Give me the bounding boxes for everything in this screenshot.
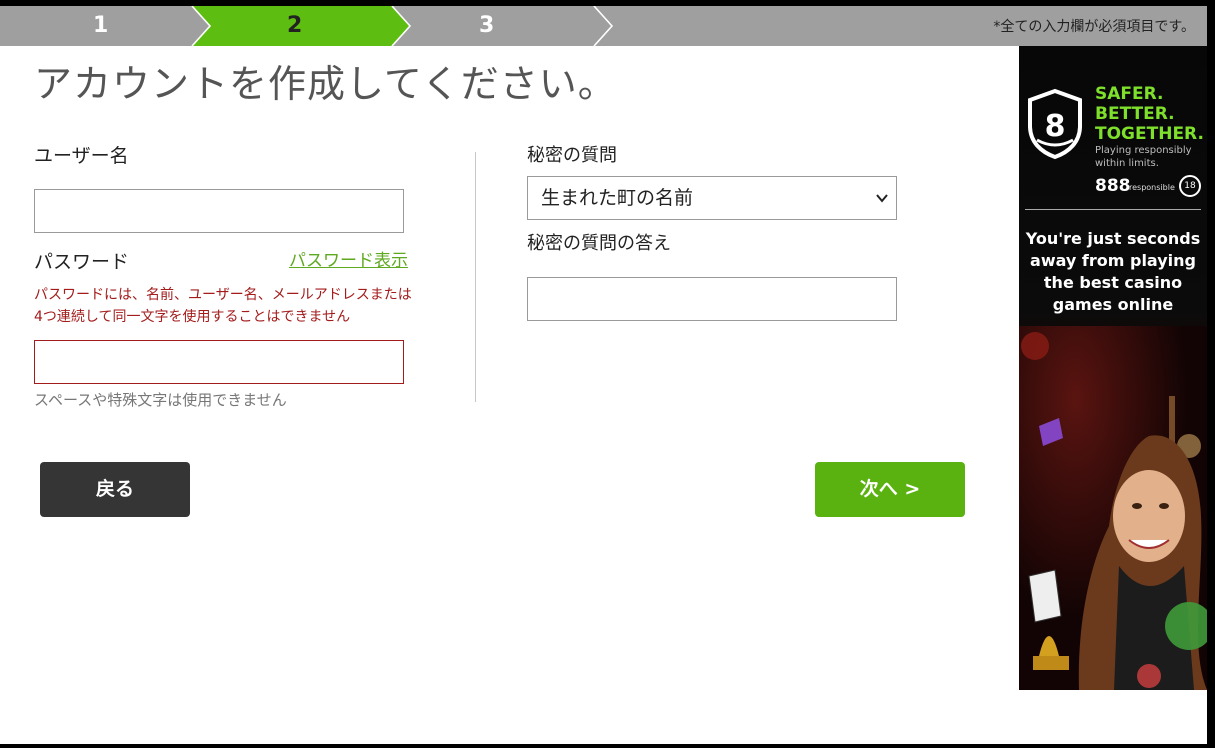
ad-headline: SAFER. BETTER. TOGETHER. bbox=[1095, 84, 1204, 144]
back-button[interactable]: 戻る bbox=[40, 462, 190, 517]
required-fields-note: *全ての入力欄が必須項目です。 bbox=[993, 19, 1195, 35]
secret-answer-input[interactable] bbox=[527, 277, 897, 321]
username-label: ユーザー名 bbox=[34, 145, 129, 167]
password-error-message: パスワードには、名前、ユーザー名、メールアドレスまたは4つ連続して同一文字を使用… bbox=[34, 287, 412, 325]
password-hint: スペースや特殊文字は使用できません bbox=[34, 391, 287, 409]
secret-answer-label: 秘密の質問の答え bbox=[527, 233, 671, 254]
column-divider bbox=[475, 152, 476, 402]
step-1: 1 bbox=[93, 13, 109, 38]
secret-question-label: 秘密の質問 bbox=[527, 145, 617, 166]
window-frame-right bbox=[1207, 0, 1215, 748]
advertisement-banner[interactable]: 8 SAFER. BETTER. TOGETHER. Playing respo… bbox=[1019, 46, 1207, 690]
brand-logo: 888 bbox=[1095, 176, 1131, 196]
step-2-active: 2 bbox=[287, 13, 303, 38]
ad-subline: Playing responsibly within limits. bbox=[1095, 145, 1192, 169]
secret-question-selected: 生まれた町の名前 bbox=[541, 187, 694, 209]
username-input[interactable] bbox=[34, 189, 404, 233]
progress-stepper: 1 2 3 *全ての入力欄が必須項目です。 bbox=[0, 6, 1207, 46]
age-18-badge: 18 bbox=[1179, 175, 1201, 197]
password-input[interactable] bbox=[34, 340, 404, 384]
ad-copy: You're just seconds away from playing th… bbox=[1025, 229, 1201, 314]
password-label: パスワード bbox=[34, 251, 130, 273]
show-password-link[interactable]: パスワード表示 bbox=[289, 250, 408, 272]
next-button[interactable]: 次へ > bbox=[815, 462, 965, 517]
ad-divider bbox=[1025, 209, 1201, 210]
shield-logo-icon: 8 bbox=[1028, 88, 1082, 160]
casino-hostess-image bbox=[1019, 326, 1207, 690]
window-frame-bottom bbox=[0, 744, 1215, 748]
chevron-down-icon bbox=[876, 194, 888, 203]
page-title: アカウントを作成してください。 bbox=[34, 62, 617, 106]
svg-text:8: 8 bbox=[1045, 109, 1066, 144]
responsible-label: responsible bbox=[1129, 183, 1175, 192]
step-3: 3 bbox=[479, 13, 495, 38]
secret-question-select[interactable]: 生まれた町の名前 bbox=[527, 176, 897, 220]
